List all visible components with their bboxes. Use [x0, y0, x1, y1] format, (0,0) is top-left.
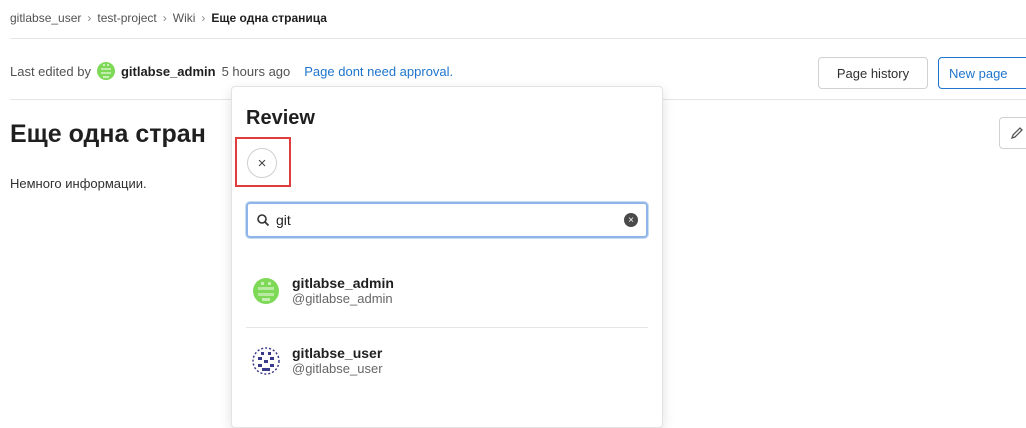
last-edited-info: Last edited by gitlabse_admin 5 hours ag…	[10, 62, 453, 80]
search-icon	[257, 214, 270, 227]
search-field[interactable]: ×	[246, 202, 648, 238]
user-name: gitlabse_user	[292, 345, 383, 361]
page-title: Еще одна стран	[10, 120, 206, 148]
user-handle: @gitlabse_user	[292, 361, 383, 376]
close-icon: ×	[257, 154, 267, 172]
review-popover: Review × × gitlabse_admin @gitlabse_admi…	[231, 86, 663, 428]
edit-page-button[interactable]	[999, 117, 1026, 149]
user-option-gitlabse-admin[interactable]: gitlabse_admin @gitlabse_admin	[252, 267, 394, 315]
breadcrumb-separator: ›	[201, 11, 206, 25]
breadcrumb: gitlabse_user › test-project › Wiki › Ещ…	[10, 11, 327, 25]
divider	[10, 38, 1026, 39]
search-input[interactable]	[276, 212, 616, 228]
list-separator	[246, 327, 648, 328]
page-history-button[interactable]: Page history	[818, 57, 928, 89]
page-body-text: Немного информации.	[10, 176, 147, 191]
pencil-icon	[1010, 127, 1023, 140]
close-button[interactable]: ×	[247, 148, 277, 178]
author-link[interactable]: gitlabse_admin	[121, 64, 216, 79]
breadcrumb-item-project[interactable]: test-project	[97, 11, 156, 25]
last-edited-prefix: Last edited by	[10, 63, 91, 79]
user-option-gitlabse-user[interactable]: gitlabse_user @gitlabse_user	[252, 337, 383, 385]
breadcrumb-item-wiki[interactable]: Wiki	[173, 11, 196, 25]
breadcrumb-separator: ›	[87, 11, 92, 25]
user-avatar-icon	[253, 278, 279, 304]
user-avatar-icon	[252, 347, 280, 375]
edit-time: 5 hours ago	[221, 63, 291, 79]
approval-link[interactable]: Page dont need approval.	[304, 64, 453, 79]
breadcrumb-item-user[interactable]: gitlabse_user	[10, 11, 81, 25]
breadcrumb-current[interactable]: Еще одна страница	[211, 11, 327, 25]
author-avatar-icon[interactable]	[96, 62, 115, 80]
user-handle: @gitlabse_admin	[292, 291, 393, 306]
user-name: gitlabse_admin	[292, 275, 394, 291]
popover-title: Review	[246, 107, 315, 129]
new-page-button[interactable]: New page	[938, 57, 1026, 89]
breadcrumb-separator: ›	[162, 11, 167, 25]
clear-search-icon[interactable]: ×	[624, 213, 638, 227]
